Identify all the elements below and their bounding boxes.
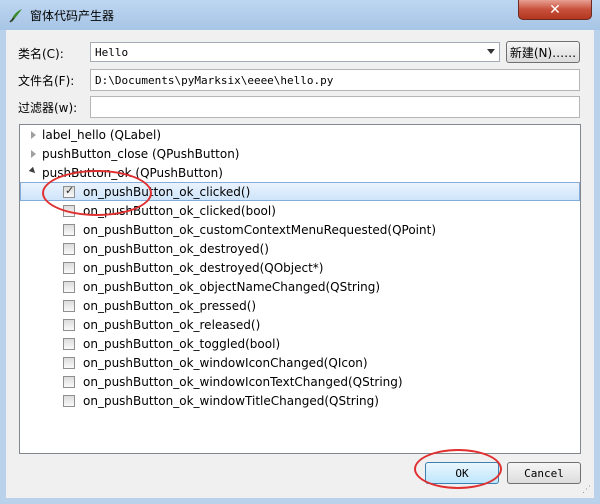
signal-checkbox[interactable] (63, 262, 75, 274)
collapse-arrow-icon[interactable] (28, 166, 38, 176)
close-icon: ✕ (549, 1, 561, 18)
signal-label: on_pushButton_ok_windowIconTextChanged(Q… (83, 375, 403, 389)
signal-checkbox[interactable] (63, 281, 75, 293)
class-name-value: Hello (95, 46, 129, 59)
filename-field[interactable]: D:\Documents\pyMarksix\eeee\hello.py (90, 69, 580, 91)
signal-checkbox[interactable] (63, 243, 75, 255)
window-frame-right (594, 30, 600, 504)
filter-label: 过滤器(w): (18, 101, 78, 115)
signal-checkbox[interactable] (63, 395, 75, 407)
expand-arrow-icon[interactable] (31, 131, 36, 139)
filename-value: D:\Documents\pyMarksix\eeee\hello.py (95, 74, 334, 87)
close-window-button[interactable]: ✕ (518, 0, 592, 20)
title-bar[interactable]: 窗体代码产生器 ✕ (0, 0, 600, 31)
signal-checkbox[interactable] (63, 338, 75, 350)
signal-label: on_pushButton_ok_objectNameChanged(QStri… (83, 280, 381, 294)
signal-label: on_pushButton_ok_pressed() (83, 299, 257, 313)
resize-grip-icon[interactable]: ⋰ (582, 486, 592, 498)
filename-label: 文件名(F): (18, 74, 75, 88)
signal-label: on_pushButton_ok_windowIconChanged(QIcon… (83, 356, 368, 370)
signal-label: on_pushButton_ok_destroyed(QObject*) (83, 261, 324, 275)
filter-input[interactable] (90, 96, 580, 118)
signal-checkbox[interactable] (63, 300, 75, 312)
window-frame-bottom (0, 498, 600, 504)
class-name-combobox[interactable]: Hello (90, 42, 500, 62)
tree-group-label: pushButton_close (QPushButton) (42, 147, 240, 161)
signal-label: on_pushButton_ok_toggled(bool) (83, 337, 281, 351)
signal-label: on_pushButton_ok_windowTitleChanged(QStr… (83, 394, 379, 408)
cancel-button[interactable]: Cancel (507, 462, 581, 484)
signal-label: on_pushButton_ok_released() (83, 318, 261, 332)
annotation-circle-selected-item (42, 170, 152, 216)
chevron-down-icon[interactable] (487, 49, 495, 54)
class-name-label: 类名(C): (18, 47, 64, 61)
signal-checkbox[interactable] (63, 357, 75, 369)
signal-checkbox[interactable] (63, 224, 75, 236)
signal-checkbox[interactable] (63, 319, 75, 331)
signal-label: on_pushButton_ok_customContextMenuReques… (83, 223, 437, 237)
tree-group-label: label_hello (QLabel) (42, 128, 162, 142)
eric-app-icon (9, 9, 22, 23)
new-class-button[interactable]: 新建(N)…… (506, 41, 580, 63)
window-title: 窗体代码产生器 (30, 9, 115, 23)
annotation-circle-ok-button (414, 449, 502, 489)
signal-checkbox[interactable] (63, 376, 75, 388)
signal-label: on_pushButton_ok_destroyed() (83, 242, 269, 256)
expand-arrow-icon[interactable] (31, 150, 36, 158)
